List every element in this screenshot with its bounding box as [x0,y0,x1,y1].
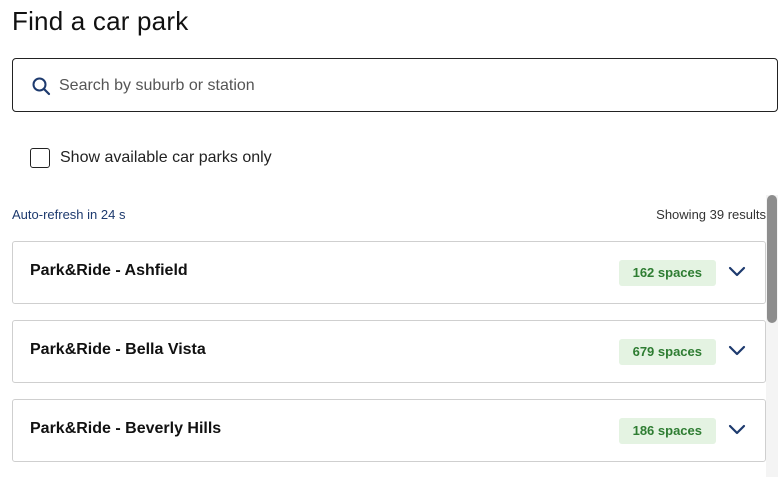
car-park-name: Park&Ride - Ashfield [30,262,188,279]
auto-refresh-text: Auto-refresh in 24 s [12,207,126,222]
available-only-checkbox[interactable] [30,148,50,168]
spaces-badge: 186 spaces [618,418,716,444]
spaces-badge: 162 spaces [618,260,716,286]
car-park-card[interactable]: Park&Ride - Ashfield 162 spaces [12,241,766,304]
search-input[interactable] [57,59,769,113]
chevron-down-icon[interactable] [728,263,746,281]
spaces-badge: 679 spaces [618,339,716,365]
car-park-name: Park&Ride - Bella Vista [30,341,206,358]
car-park-card[interactable]: Park&Ride - Bella Vista 679 spaces [12,320,766,383]
find-car-park-page: Find a car park Show available car parks… [0,0,782,477]
scrollbar-thumb[interactable] [767,195,777,323]
chevron-down-icon[interactable] [728,421,746,439]
search-icon [31,76,51,96]
results-count: Showing 39 results [656,207,766,222]
search-box[interactable] [12,58,778,113]
page-title: Find a car park [12,6,189,36]
chevron-down-icon[interactable] [728,342,746,360]
available-only-label: Show available car parks only [60,149,272,166]
car-park-card[interactable]: Park&Ride - Beverly Hills 186 spaces [12,399,766,462]
car-park-name: Park&Ride - Beverly Hills [30,420,222,437]
available-only-filter[interactable]: Show available car parks only [30,148,272,168]
